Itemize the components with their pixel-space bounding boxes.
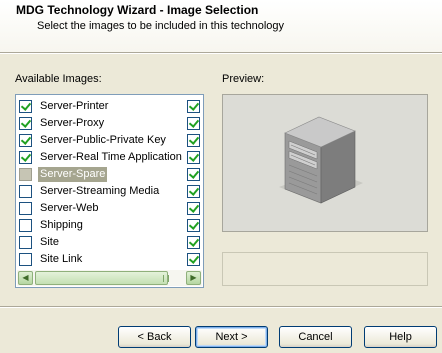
list-item[interactable]: Server-Printer [16, 98, 203, 115]
include-checkbox[interactable] [19, 117, 32, 130]
cancel-button[interactable]: Cancel [279, 326, 352, 348]
list-item-label: Server-Streaming Media [40, 185, 160, 197]
option-checkbox[interactable] [187, 202, 200, 215]
include-checkbox[interactable] [19, 202, 32, 215]
option-checkbox[interactable] [187, 236, 200, 249]
header-divider [0, 52, 442, 54]
list-item[interactable]: Server-Public-Private Key [16, 132, 203, 149]
list-item[interactable]: Site [16, 234, 203, 251]
list-item-label: Server-Printer [40, 100, 109, 112]
list-item[interactable]: Server-Streaming Media [16, 183, 203, 200]
option-checkbox[interactable] [187, 219, 200, 232]
include-checkbox[interactable] [19, 253, 32, 266]
wizard-header: MDG Technology Wizard - Image Selection … [0, 0, 442, 52]
option-checkbox[interactable] [187, 253, 200, 266]
list-item-label: Site Link [40, 253, 83, 265]
help-button[interactable]: Help [364, 326, 437, 348]
next-button[interactable]: Next > [195, 326, 268, 348]
option-checkbox[interactable] [187, 134, 200, 147]
include-checkbox[interactable] [19, 100, 32, 113]
wizard-subtitle: Select the images to be included in this… [37, 20, 285, 32]
option-checkbox[interactable] [187, 185, 200, 198]
include-checkbox[interactable] [19, 134, 32, 147]
option-checkbox[interactable] [187, 117, 200, 130]
scroll-left-button[interactable]: ◀ [18, 271, 33, 285]
horizontal-scrollbar[interactable]: ◀ ▶ [17, 270, 202, 286]
available-images-list[interactable]: Server-Printer Server-Proxy Server-Public-… [15, 94, 204, 288]
list-item[interactable]: Server-Web [16, 200, 203, 217]
include-checkbox[interactable] [19, 219, 32, 232]
server-image [279, 116, 363, 204]
list-item[interactable]: Site Link [16, 251, 203, 268]
list-item-label: Server-Public-Private Key [40, 134, 166, 146]
preview-pane [222, 94, 428, 232]
list-item-label: Server-Spare [38, 167, 108, 182]
list-item-label: Server-Web [40, 202, 99, 214]
scrollbar-thumb[interactable] [35, 271, 169, 285]
list-item[interactable]: Server-Spare [16, 166, 203, 183]
include-checkbox[interactable] [19, 185, 32, 198]
wizard-title: MDG Technology Wizard - Image Selection [16, 3, 259, 17]
back-button[interactable]: < Back [118, 326, 191, 348]
list-item[interactable]: Server-Real Time Application [16, 149, 203, 166]
option-checkbox[interactable] [187, 100, 200, 113]
list-item-label: Site [40, 236, 59, 248]
list-item-label: Server-Proxy [40, 117, 105, 129]
scroll-right-button[interactable]: ▶ [186, 271, 201, 285]
include-checkbox[interactable] [19, 236, 32, 249]
option-checkbox[interactable] [187, 168, 200, 181]
list-item-label: Server-Real Time Application [40, 151, 182, 163]
available-images-label: Available Images: [15, 73, 102, 85]
include-checkbox[interactable] [19, 151, 32, 164]
footer-divider [0, 306, 442, 308]
list-item-label: Shipping [40, 219, 83, 231]
preview-caption-box [222, 252, 428, 286]
preview-label: Preview: [222, 73, 265, 85]
list-item[interactable]: Shipping [16, 217, 203, 234]
option-checkbox[interactable] [187, 151, 200, 164]
list-item[interactable]: Server-Proxy [16, 115, 203, 132]
include-checkbox[interactable] [19, 168, 32, 181]
wizard-dialog: MDG Technology Wizard - Image Selection … [0, 0, 442, 353]
